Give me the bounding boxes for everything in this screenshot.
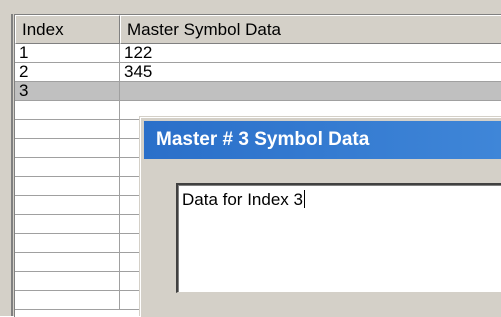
index-cell[interactable] (15, 139, 120, 157)
index-cell[interactable] (15, 272, 120, 290)
column-header-index[interactable]: Index (15, 15, 120, 44)
index-cell[interactable]: 3 (15, 82, 120, 100)
symbol-data-cell[interactable]: 345 (120, 63, 501, 81)
index-cell[interactable] (15, 158, 120, 176)
text-caret (303, 190, 305, 208)
symbol-data-cell[interactable] (120, 82, 501, 100)
symbol-data-dialog: Master # 3 Symbol Data Data for Index 3 (140, 117, 501, 317)
table-row[interactable]: 1 122 (15, 44, 501, 63)
index-cell[interactable] (15, 291, 120, 309)
window-top-strip (0, 0, 501, 14)
dialog-title[interactable]: Master # 3 Symbol Data (144, 121, 501, 159)
index-cell[interactable] (15, 120, 120, 138)
index-cell[interactable] (15, 234, 120, 252)
index-cell[interactable]: 2 (15, 63, 120, 81)
symbol-data-text-field[interactable]: Data for Index 3 (176, 183, 501, 293)
index-cell[interactable] (15, 215, 120, 233)
index-cell[interactable] (15, 253, 120, 271)
column-header-master-symbol-data[interactable]: Master Symbol Data (120, 15, 501, 44)
index-cell[interactable] (15, 196, 120, 214)
table-row[interactable]: 3 (15, 82, 501, 101)
symbol-data-cell[interactable]: 122 (120, 44, 501, 62)
window-left-strip (0, 0, 14, 316)
index-cell[interactable] (15, 177, 120, 195)
index-cell[interactable] (15, 101, 120, 119)
grid-header-row: Index Master Symbol Data (15, 15, 501, 44)
text-field-value: Data for Index 3 (182, 190, 303, 209)
table-row[interactable]: 2 345 (15, 63, 501, 82)
index-cell[interactable]: 1 (15, 44, 120, 62)
